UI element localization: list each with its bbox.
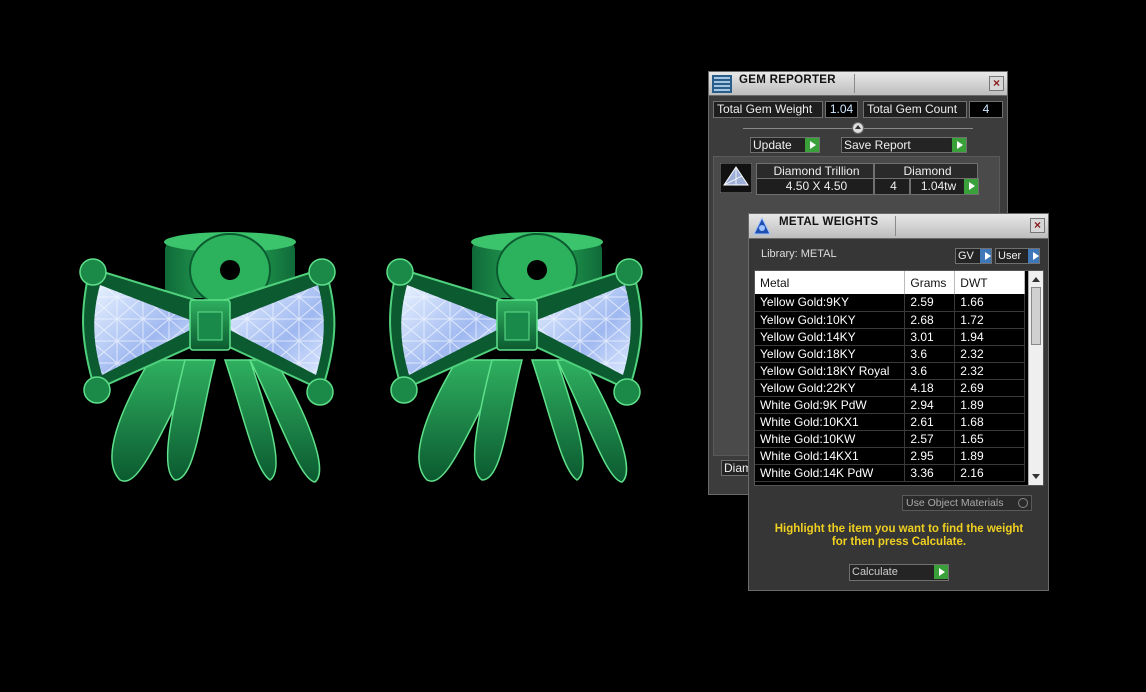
vertical-scrollbar[interactable] [1028, 271, 1043, 485]
library-label: Library: METAL [761, 248, 837, 260]
column-header-grams[interactable]: Grams [904, 271, 956, 294]
table-row[interactable]: Yellow Gold:22KY 4.18 2.69 [755, 379, 1025, 397]
scroll-down-arrow-icon[interactable] [1032, 474, 1040, 479]
play-arrow-icon [933, 565, 948, 579]
play-arrow-icon [804, 138, 819, 152]
trillion-gem-icon [720, 163, 752, 193]
metal-weights-icon [753, 216, 771, 235]
close-icon[interactable]: × [1030, 218, 1045, 233]
dwt-cell: 2.16 [954, 464, 1025, 482]
user-button-label: User [998, 250, 1022, 262]
dwt-cell: 1.94 [954, 328, 1025, 346]
scroll-thumb[interactable] [1031, 287, 1041, 345]
total-gem-weight-value: 1.04 [825, 101, 858, 118]
earring-left [79, 232, 336, 483]
gem-count: 4 [874, 178, 910, 195]
use-object-materials-label: Use Object Materials [906, 497, 1004, 509]
metal-name-cell: Yellow Gold:9KY [755, 294, 906, 312]
calculate-hint: Highlight the item you want to find the … [774, 523, 1024, 548]
gem-reporter-title: GEM REPORTER [739, 74, 836, 86]
user-button[interactable]: User [995, 248, 1040, 264]
dwt-cell: 1.66 [954, 294, 1025, 312]
grams-cell: 3.6 [904, 345, 956, 363]
grams-cell: 2.57 [904, 430, 956, 448]
gem-weight: 1.04tw [910, 178, 964, 195]
diamond-button-partial[interactable]: Diam [721, 460, 752, 476]
info-icon [979, 249, 991, 263]
table-row[interactable]: White Gold:10KX1 2.61 1.68 [755, 413, 1025, 431]
grams-cell: 2.59 [904, 294, 956, 312]
metal-name-cell: Yellow Gold:18KY Royal [755, 362, 906, 380]
metal-name-cell: Yellow Gold:14KY [755, 328, 906, 346]
info-icon [1027, 249, 1039, 263]
dwt-cell: 1.89 [954, 447, 1025, 465]
metal-name-cell: White Gold:14KX1 [755, 447, 906, 465]
metal-name-cell: White Gold:9K PdW [755, 396, 906, 414]
table-row[interactable]: Yellow Gold:18KY 3.6 2.32 [755, 345, 1025, 363]
metal-name-cell: Yellow Gold:22KY [755, 379, 906, 397]
gem-report-icon [712, 75, 732, 93]
earring-render [79, 232, 643, 483]
calculate-button[interactable]: Calculate [849, 564, 949, 581]
save-report-button-label: Save Report [844, 138, 911, 152]
play-arrow-icon [951, 138, 966, 152]
grams-cell: 2.68 [904, 311, 956, 329]
grams-cell: 3.36 [904, 464, 956, 482]
dwt-cell: 1.68 [954, 413, 1025, 431]
dwt-cell: 2.32 [954, 345, 1025, 363]
radio-icon [1018, 498, 1028, 508]
metal-weights-titlebar[interactable]: METAL WEIGHTS × [749, 214, 1048, 239]
grams-cell: 2.95 [904, 447, 956, 465]
dwt-cell: 1.65 [954, 430, 1025, 448]
gem-row-go-button[interactable] [963, 178, 979, 195]
metal-name-cell: White Gold:14K PdW [755, 464, 906, 482]
gem-size: 4.50 X 4.50 [756, 178, 874, 195]
table-header-row: Metal Grams DWT [755, 271, 1025, 294]
table-row[interactable]: White Gold:14KX1 2.95 1.89 [755, 447, 1025, 465]
dwt-cell: 2.32 [954, 362, 1025, 380]
column-header-dwt[interactable]: DWT [954, 271, 1025, 294]
grams-cell: 3.6 [904, 362, 956, 380]
update-button[interactable]: Update [750, 137, 820, 153]
table-row[interactable]: White Gold:14K PdW 3.36 2.16 [755, 464, 1025, 482]
table-row[interactable]: White Gold:10KW 2.57 1.65 [755, 430, 1025, 448]
use-object-materials-toggle[interactable]: Use Object Materials [902, 495, 1032, 511]
table-row[interactable]: Yellow Gold:18KY Royal 3.6 2.32 [755, 362, 1025, 380]
metal-name-cell: Yellow Gold:10KY [755, 311, 906, 329]
gem-reporter-titlebar[interactable]: GEM REPORTER × [709, 72, 1007, 96]
collapse-toggle-icon[interactable] [852, 122, 864, 134]
scroll-up-arrow-icon[interactable] [1032, 277, 1040, 282]
render-viewport[interactable] [0, 0, 700, 692]
gv-button[interactable]: GV [955, 248, 992, 264]
metal-name-cell: Yellow Gold:18KY [755, 345, 906, 363]
metal-weights-title: METAL WEIGHTS [779, 216, 879, 228]
dwt-cell: 2.69 [954, 379, 1025, 397]
gv-button-label: GV [958, 250, 974, 262]
metal-name-cell: White Gold:10KW [755, 430, 906, 448]
gem-list-row[interactable]: Diamond Trillion Diamond 4.50 X 4.50 4 1… [714, 161, 999, 195]
grams-cell: 4.18 [904, 379, 956, 397]
column-header-metal[interactable]: Metal [755, 271, 906, 294]
play-arrow-icon [963, 179, 978, 194]
total-gem-count-label: Total Gem Count [863, 101, 967, 118]
metal-weights-panel: METAL WEIGHTS × Library: METAL GV User M… [748, 213, 1049, 591]
table-row[interactable]: Yellow Gold:14KY 3.01 1.94 [755, 328, 1025, 346]
metal-weights-table[interactable]: Metal Grams DWT Yellow Gold:9KY 2.59 1.66 Y… [754, 270, 1044, 486]
table-row[interactable]: Yellow Gold:10KY 2.68 1.72 [755, 311, 1025, 329]
calculate-button-label: Calculate [852, 566, 898, 578]
table-row[interactable]: White Gold:9K PdW 2.94 1.89 [755, 396, 1025, 414]
grams-cell: 3.01 [904, 328, 956, 346]
save-report-button[interactable]: Save Report [841, 137, 967, 153]
grams-cell: 2.61 [904, 413, 956, 431]
update-button-label: Update [753, 138, 792, 152]
earring-right [386, 232, 643, 483]
close-icon[interactable]: × [989, 76, 1004, 91]
dwt-cell: 1.72 [954, 311, 1025, 329]
grams-cell: 2.94 [904, 396, 956, 414]
total-gem-count-value: 4 [969, 101, 1003, 118]
table-row[interactable]: Yellow Gold:9KY 2.59 1.66 [755, 294, 1025, 312]
metal-name-cell: White Gold:10KX1 [755, 413, 906, 431]
total-gem-weight-label: Total Gem Weight [713, 101, 823, 118]
dwt-cell: 1.89 [954, 396, 1025, 414]
